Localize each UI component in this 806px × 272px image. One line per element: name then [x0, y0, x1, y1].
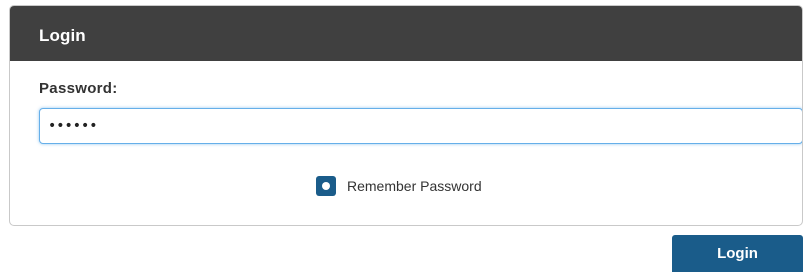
panel-title: Login — [10, 6, 802, 61]
checkbox-checked-dot-icon — [322, 182, 330, 190]
login-button[interactable]: Login — [672, 235, 803, 272]
password-label: Password: — [39, 80, 118, 97]
login-page: Login Password: Remember Password Login — [0, 0, 806, 272]
remember-password-checkbox[interactable] — [316, 176, 336, 196]
remember-password-label: Remember Password — [347, 178, 482, 194]
login-panel: Login Password: Remember Password — [9, 5, 803, 226]
password-field[interactable] — [39, 108, 802, 144]
remember-password-toggle[interactable]: Remember Password — [316, 176, 482, 196]
